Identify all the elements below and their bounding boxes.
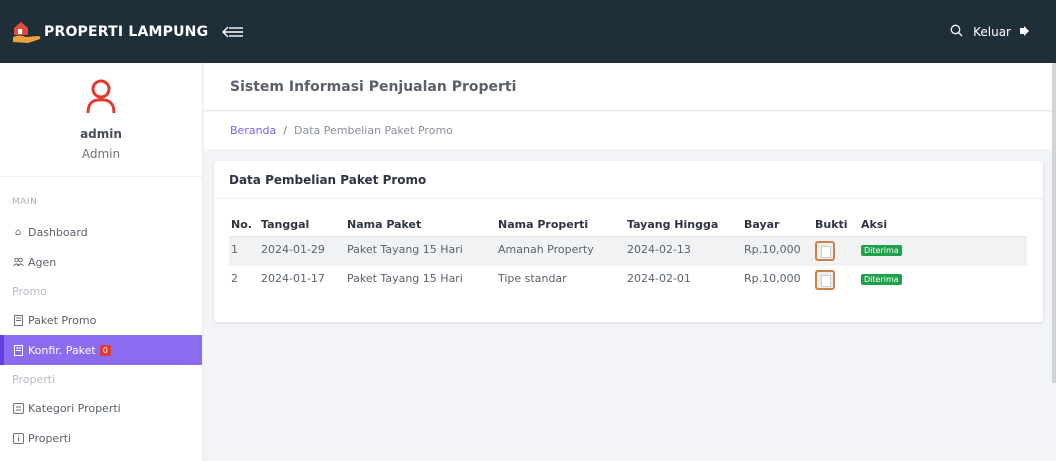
cell-tayang-hingga: 2024-02-01 (627, 272, 691, 285)
top-navbar: PROPERTI LAMPUNG Keluar (0, 0, 1056, 63)
breadcrumb: Beranda / Data Pembelian Paket Promo (204, 112, 1056, 149)
sidebar-item-label: Properti (28, 431, 72, 445)
search-icon[interactable] (950, 24, 963, 40)
user-name: admin (80, 127, 122, 141)
sidebar-item-kategori-properti[interactable]: Kategori Properti (0, 393, 202, 423)
col-header-no: No. (229, 213, 259, 237)
sidebar-item-agen[interactable]: Agen (0, 247, 202, 277)
doc-icon (12, 314, 24, 326)
col-header-bukti: Bukti (813, 213, 859, 237)
home-icon: ⌂ (14, 226, 22, 238)
menu-heading-main: MAIN (12, 197, 38, 207)
status-badge: Diterima (861, 274, 902, 285)
status-badge: Diterima (861, 244, 902, 256)
breadcrumb-separator: / (283, 124, 287, 137)
page-header: Sistem Informasi Penjualan Properti (204, 63, 1056, 111)
table-header-row: No. Tanggal Nama Paket Nama Properti Tay… (229, 213, 1027, 237)
cell-no: 2 (231, 272, 238, 285)
sidebar-item-label: Paket Promo (28, 313, 97, 327)
users-icon (12, 256, 24, 268)
info-icon (12, 432, 24, 444)
card-title: Data Pembelian Paket Promo (229, 172, 427, 187)
cell-no: 1 (229, 236, 259, 266)
purchase-data-card: Data Pembelian Paket Promo No. Tanggal N… (214, 161, 1043, 322)
cell-nama-paket: Paket Tayang 15 Hari (347, 272, 463, 285)
col-header-nama-paket: Nama Paket (345, 213, 496, 237)
breadcrumb-current: Data Pembelian Paket Promo (294, 124, 453, 137)
sidebar: admin Admin MAIN ⌂ Dashboard Agen Promo … (0, 63, 203, 461)
table-row: 2 2024-01-17 Paket Tayang 15 Hari Tipe s… (229, 266, 1027, 296)
cell-nama-properti: Tipe standar (498, 272, 567, 285)
user-profile: admin Admin (0, 63, 202, 177)
sidebar-item-dashboard[interactable]: ⌂ Dashboard (0, 217, 202, 247)
logout-link[interactable]: Keluar (973, 25, 1011, 39)
cell-bayar: Rp.10,000 (744, 272, 801, 285)
sidebar-item-label: Agen (28, 255, 57, 269)
sidebar-item-label: Dashboard (28, 225, 88, 239)
col-header-nama-properti: Nama Properti (496, 213, 625, 237)
doc-icon (12, 344, 24, 356)
purchase-table: No. Tanggal Nama Paket Nama Properti Tay… (229, 213, 1027, 296)
cell-aksi: Diterima (859, 236, 1027, 266)
cell-nama-paket: Paket Tayang 15 Hari (345, 236, 496, 266)
menu-toggle-icon[interactable] (222, 25, 244, 39)
cell-nama-properti: Amanah Property (496, 236, 625, 266)
col-header-tanggal: Tanggal (259, 213, 345, 237)
sidebar-item-paket-promo[interactable]: Paket Promo (0, 305, 202, 335)
col-header-tayang-hingga: Tayang Hingga (625, 213, 742, 237)
menu-heading-properti: Properti (12, 372, 56, 386)
sidebar-item-label: Konfir. Paket (28, 343, 96, 357)
card-header: Data Pembelian Paket Promo (214, 161, 1043, 199)
user-role: Admin (81, 147, 121, 161)
brand-logo[interactable]: PROPERTI LAMPUNG (0, 19, 208, 45)
breadcrumb-home-link[interactable]: Beranda (230, 124, 276, 137)
pending-count-badge: 0 (99, 344, 111, 356)
cell-tayang-hingga: 2024-02-13 (625, 236, 742, 266)
cell-tanggal: 2024-01-29 (259, 236, 345, 266)
payment-proof-thumbnail[interactable] (815, 270, 835, 290)
sidebar-item-konfir-paket[interactable]: Konfir. Paket 0 (0, 335, 202, 365)
page-title: Sistem Informasi Penjualan Properti (230, 78, 517, 95)
list-icon (12, 402, 24, 414)
cell-bayar: Rp.10,000 (742, 236, 813, 266)
cell-bukti (813, 236, 859, 266)
logout-icon[interactable] (1019, 25, 1030, 39)
brand-name: PROPERTI LAMPUNG (44, 23, 209, 40)
house-hand-icon (12, 19, 42, 45)
cell-tanggal: 2024-01-17 (261, 272, 325, 285)
col-header-aksi: Aksi (859, 213, 1027, 237)
cell-aksi: Diterima (859, 266, 1027, 296)
page-scrollbar[interactable] (1052, 63, 1056, 383)
sidebar-item-label: Kategori Properti (28, 401, 121, 415)
table-row: 1 2024-01-29 Paket Tayang 15 Hari Amanah… (229, 236, 1027, 266)
sidebar-item-properti[interactable]: Properti (0, 423, 202, 453)
user-avatar-icon (84, 79, 118, 115)
col-header-bayar: Bayar (742, 213, 813, 237)
menu-heading-promo: Promo (12, 284, 47, 298)
cell-bukti (813, 266, 859, 296)
payment-proof-thumbnail[interactable] (815, 240, 835, 261)
